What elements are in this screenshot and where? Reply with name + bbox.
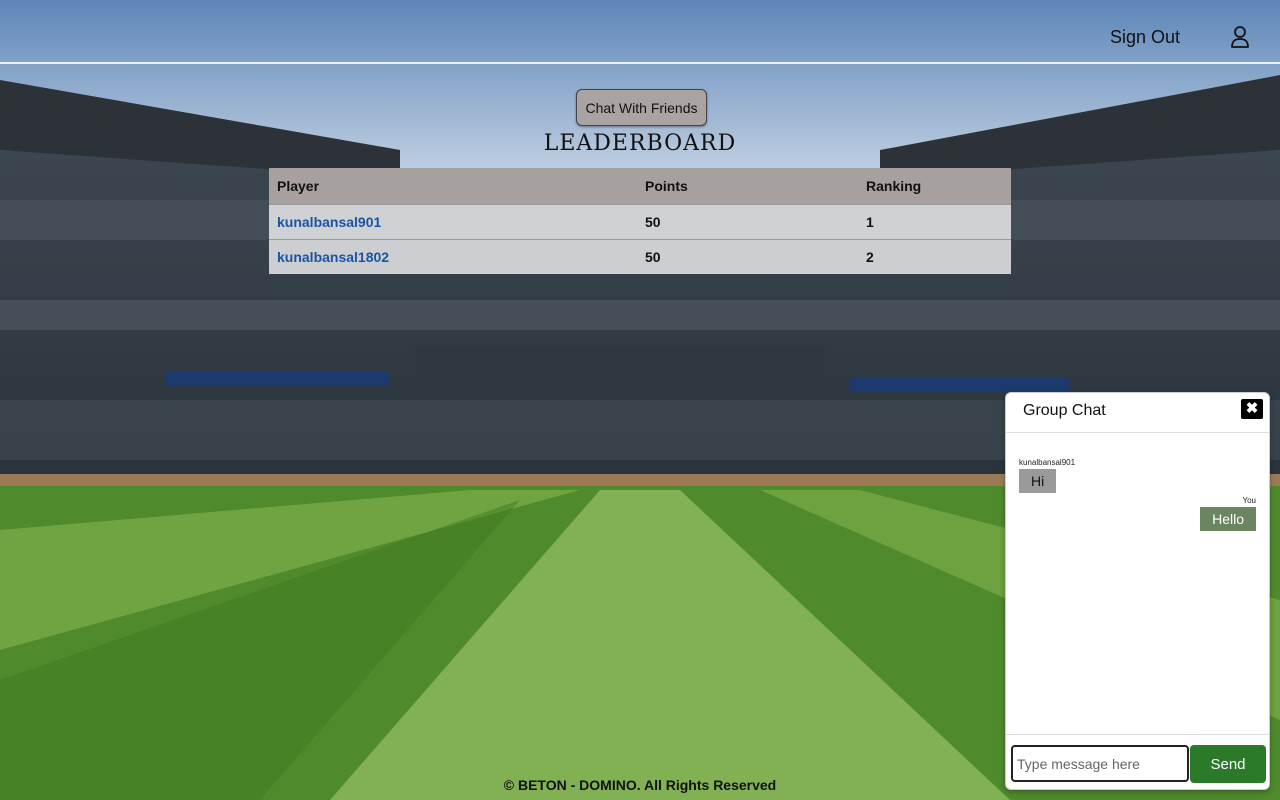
table-header-row: Player Points Ranking — [269, 168, 1011, 204]
chat-header: Group Chat ✖ — [1006, 393, 1269, 433]
message-sender: kunalbansal901 — [1019, 458, 1076, 467]
leaderboard-table: Player Points Ranking kunalbansal901 50 … — [269, 168, 1011, 274]
sign-out-link[interactable]: Sign Out — [1110, 27, 1180, 48]
message-input[interactable] — [1011, 745, 1189, 782]
table-row: kunalbansal1802 50 2 — [269, 238, 1011, 274]
user-icon[interactable] — [1230, 26, 1250, 48]
chat-with-friends-button[interactable]: Chat With Friends — [576, 89, 707, 126]
player-link[interactable]: kunalbansal1802 — [277, 249, 389, 265]
player-link[interactable]: kunalbansal901 — [277, 214, 381, 230]
message-bubble-incoming: Hi — [1019, 469, 1057, 493]
close-icon[interactable]: ✖ — [1241, 399, 1263, 419]
table-row: kunalbansal901 50 1 — [269, 203, 1011, 239]
column-header-points: Points — [637, 168, 858, 204]
top-header: Sign Out — [0, 0, 1280, 64]
chat-divider — [1006, 734, 1269, 735]
leaderboard-title: LEADERBOARD — [543, 131, 737, 156]
column-header-ranking: Ranking — [858, 168, 1011, 204]
column-header-player: Player — [269, 168, 637, 204]
chat-title: Group Chat — [1023, 402, 1106, 419]
points-cell: 50 — [637, 238, 858, 274]
send-button[interactable]: Send — [1190, 745, 1266, 783]
points-cell: 50 — [637, 203, 858, 239]
message-bubble-outgoing: Hello — [1200, 507, 1256, 531]
ranking-cell: 2 — [858, 238, 1011, 274]
ranking-cell: 1 — [858, 203, 1011, 239]
group-chat-panel: Group Chat ✖ kunalbansal901 Hi You Hello… — [1005, 392, 1270, 790]
message-sender: You — [1242, 496, 1257, 505]
